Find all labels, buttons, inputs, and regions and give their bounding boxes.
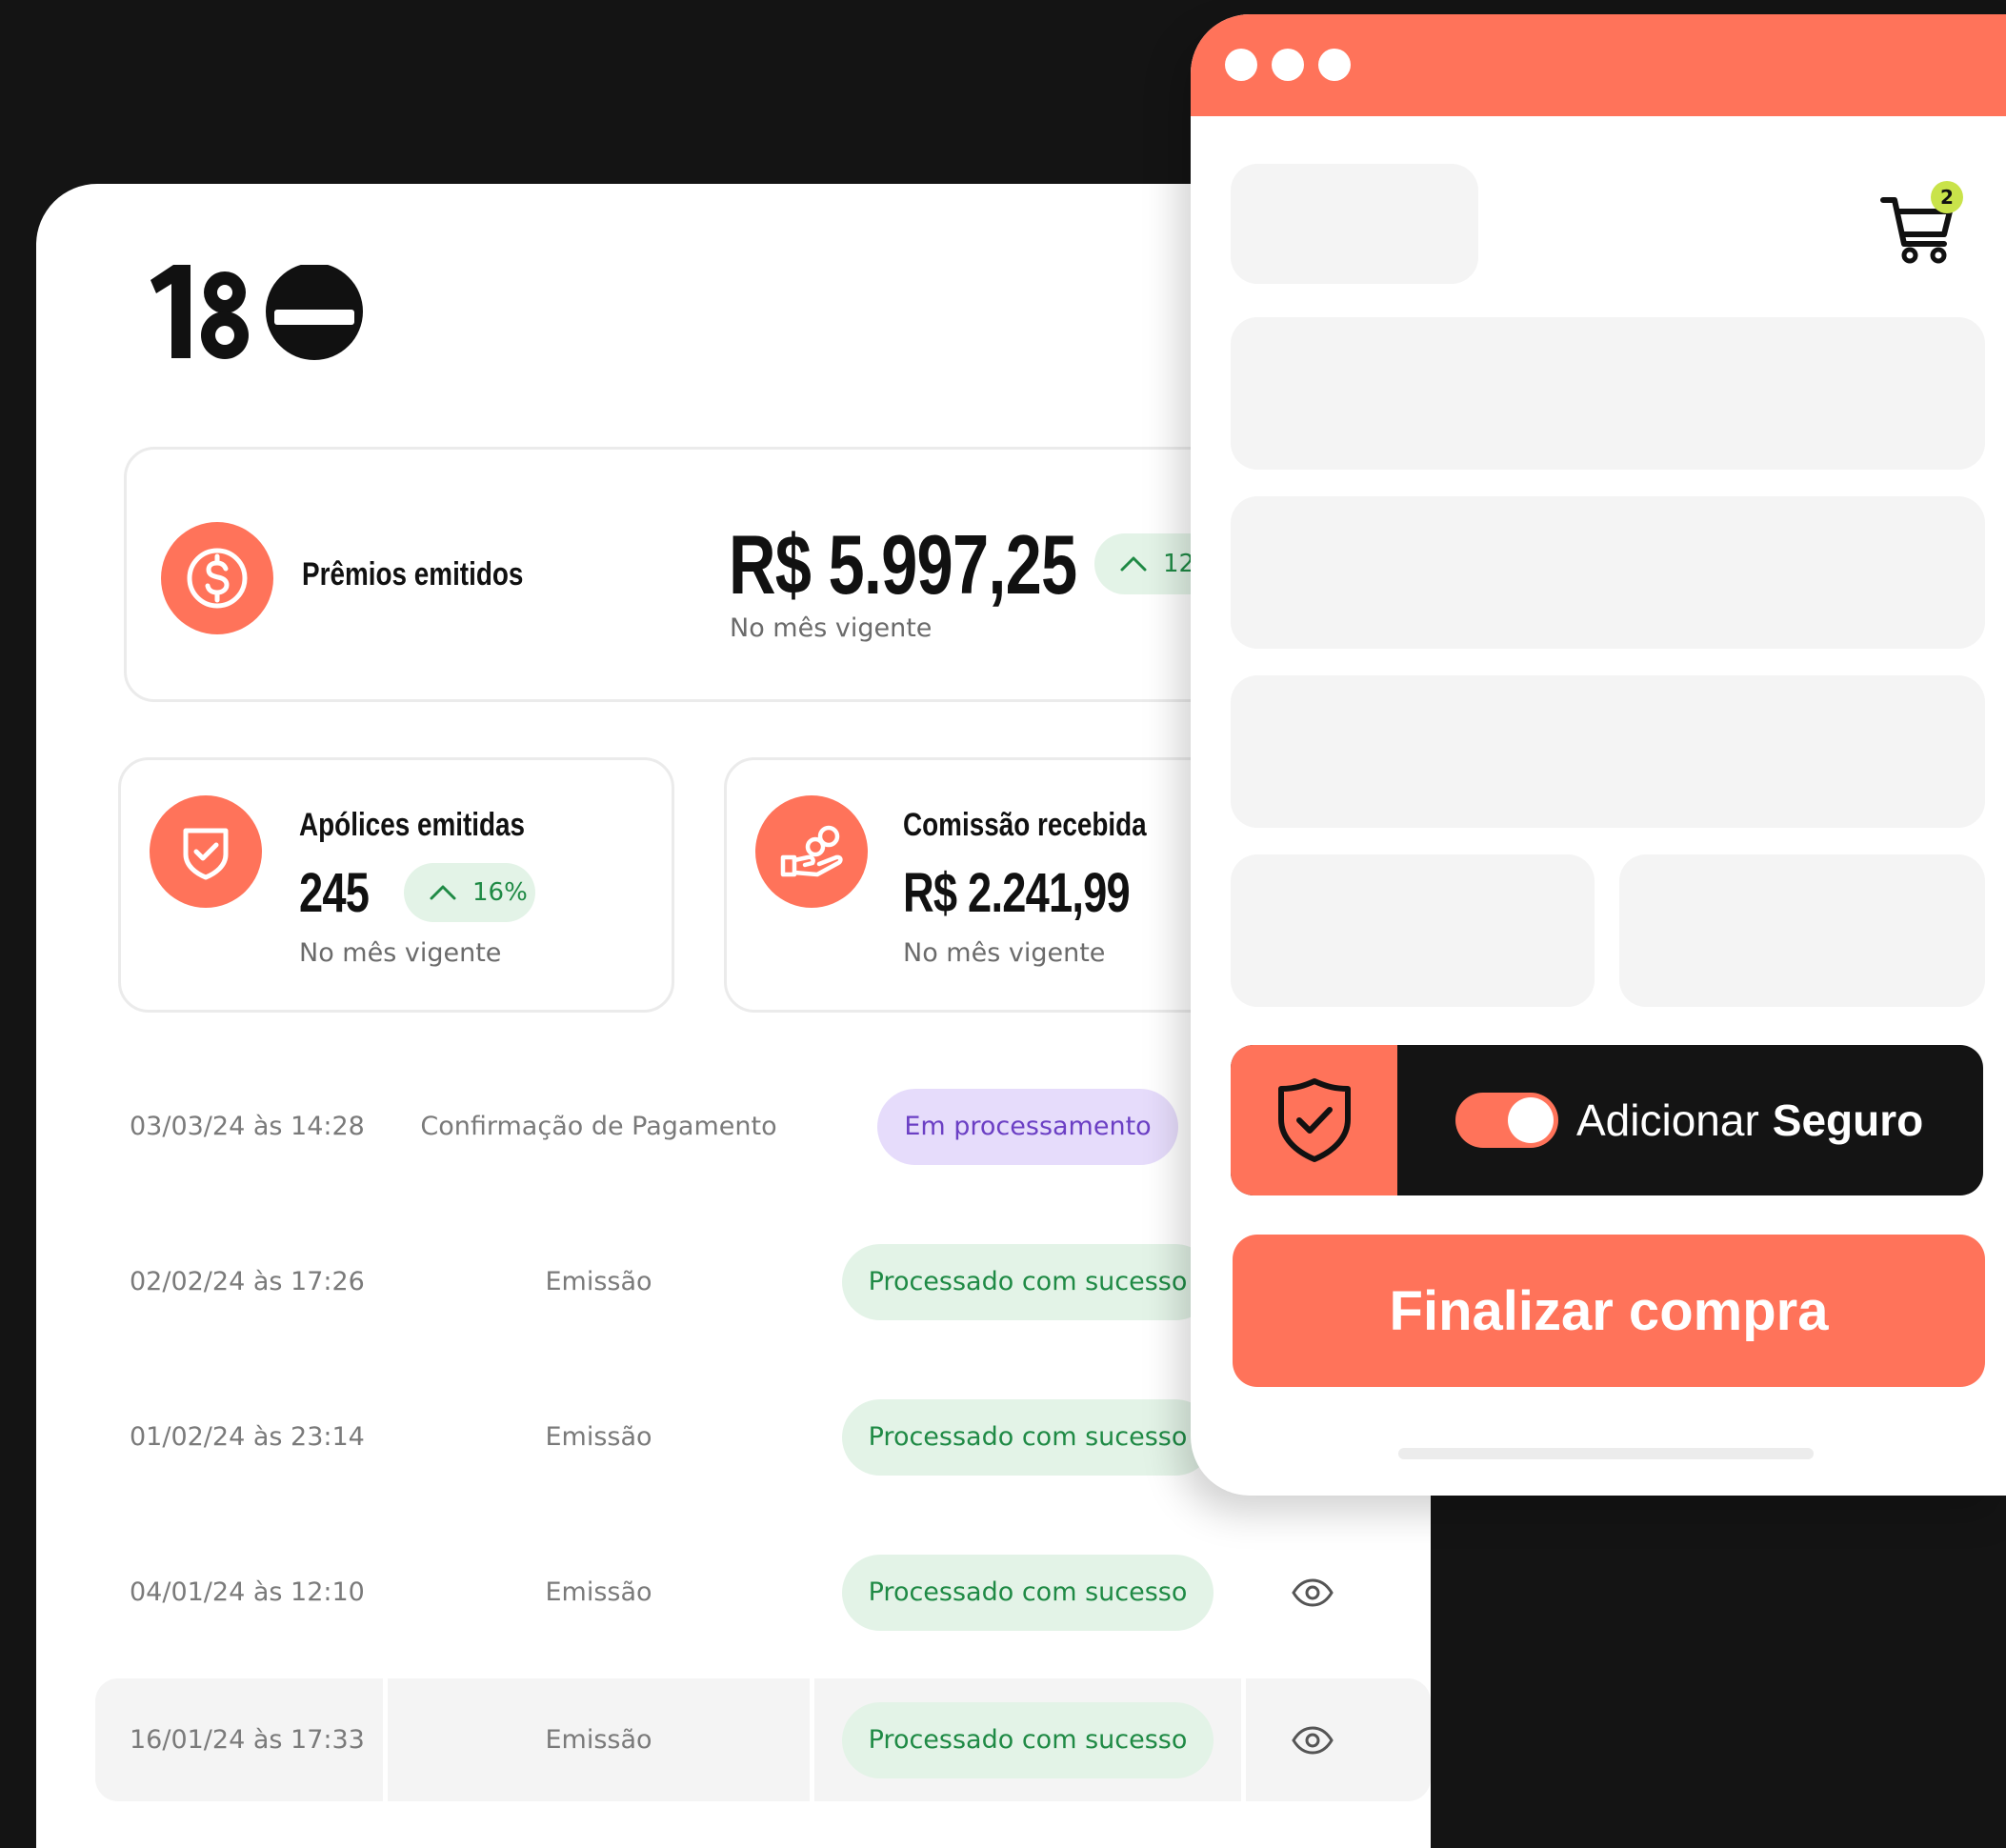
row-type: Emissão — [545, 1725, 652, 1755]
shield-check-icon — [1277, 1078, 1351, 1162]
status-badge: Processado com sucesso — [841, 1398, 1214, 1476]
premium-card-title: Prêmios emitidos — [302, 556, 524, 593]
placeholder-block — [1231, 496, 1985, 649]
window-dot[interactable] — [1318, 49, 1351, 81]
arrow-up-icon — [430, 885, 456, 900]
commission-card-period: No mês vigente — [903, 938, 1106, 968]
row-datetime: 01/02/24 às 23:14 — [130, 1422, 365, 1452]
window-dot[interactable] — [1225, 49, 1257, 81]
status-badge: Processado com sucesso — [841, 1554, 1214, 1631]
cart-count-badge: 2 — [1931, 181, 1963, 213]
policies-card: Apólices emitidas 245 16% No mês vigente — [118, 757, 674, 1013]
hand-coins-icon — [755, 795, 868, 908]
row-type: Emissão — [545, 1267, 652, 1296]
commission-card-title: Comissão recebida — [903, 807, 1147, 843]
policies-trend-value: 16% — [472, 878, 528, 907]
shield-check-icon — [150, 795, 262, 908]
view-icon[interactable] — [1246, 1531, 1379, 1654]
checkout-window: 2 Adicionar Seguro Finalizar compra — [1191, 14, 2006, 1496]
view-icon[interactable] — [1246, 1678, 1379, 1801]
policies-trend-badge: 16% — [404, 863, 535, 922]
status-badge: Em processamento — [877, 1088, 1178, 1165]
brand-logo — [150, 265, 363, 360]
placeholder-block — [1231, 164, 1478, 284]
row-datetime: 03/03/24 às 14:28 — [130, 1112, 365, 1141]
policies-card-period: No mês vigente — [299, 938, 502, 968]
placeholder-block — [1231, 675, 1985, 828]
table-row[interactable]: 16/01/24 às 17:33 Emissão Processado com… — [95, 1678, 1431, 1801]
row-type: Emissão — [545, 1577, 652, 1607]
insurance-toggle[interactable] — [1455, 1093, 1558, 1148]
row-type: Emissão — [545, 1422, 652, 1452]
policies-card-value: 245 — [299, 862, 370, 924]
row-datetime: 04/01/24 às 12:10 — [130, 1577, 365, 1607]
status-badge: Processado com sucesso — [841, 1243, 1214, 1320]
arrow-up-icon — [1120, 556, 1147, 572]
dollar-coin-icon — [161, 522, 273, 634]
policies-card-title: Apólices emitidas — [299, 807, 526, 843]
placeholder-block — [1231, 317, 1985, 470]
window-dot[interactable] — [1272, 49, 1304, 81]
row-type: Confirmação de Pagamento — [420, 1112, 777, 1141]
placeholder-block — [1619, 854, 1985, 1007]
commission-card-value: R$ 2.241,99 — [903, 862, 1131, 924]
finalize-purchase-button[interactable]: Finalizar compra — [1233, 1235, 1985, 1387]
toggle-knob — [1508, 1097, 1554, 1143]
row-datetime: 16/01/24 às 17:33 — [130, 1725, 365, 1755]
insurance-option[interactable]: Adicionar Seguro — [1231, 1045, 1983, 1195]
premium-card-period: No mês vigente — [730, 613, 933, 643]
insurance-label: Adicionar — [1576, 1095, 1759, 1145]
insurance-label-bold: Seguro — [1772, 1095, 1924, 1145]
premium-card-value: R$ 5.997,25 — [729, 517, 1077, 612]
placeholder-block — [1231, 854, 1595, 1007]
status-badge: Processado com sucesso — [841, 1701, 1214, 1778]
home-indicator — [1398, 1448, 1814, 1459]
row-datetime: 02/02/24 às 17:26 — [130, 1267, 365, 1296]
window-titlebar — [1191, 14, 2006, 116]
